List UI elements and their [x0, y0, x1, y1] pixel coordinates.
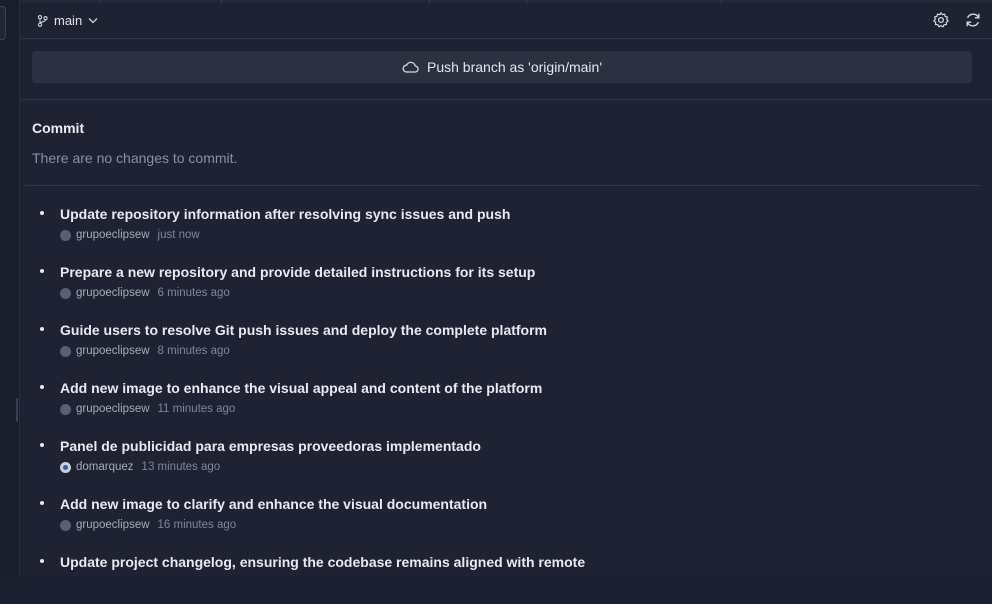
commit-time: 13 minutes ago — [141, 461, 221, 473]
commit-empty-message: There are no changes to commit. — [32, 150, 238, 166]
push-branch-label: Push branch as 'origin/main' — [427, 59, 602, 75]
commit-time: 16 minutes ago — [157, 519, 237, 531]
commit-history-item[interactable]: Update project changelog, ensuring the c… — [21, 546, 992, 604]
commit-time: just now — [157, 229, 200, 241]
gear-icon[interactable] — [932, 11, 950, 29]
avatar — [60, 229, 71, 241]
bullet-dot — [40, 269, 44, 273]
commit-message: Prepare a new repository and provide det… — [60, 264, 536, 280]
avatar — [60, 403, 71, 415]
divider — [25, 185, 980, 186]
commit-history-item[interactable]: Panel de publicidad para empresas provee… — [21, 430, 992, 488]
branch-selector[interactable]: main — [37, 13, 98, 28]
git-branch-icon — [37, 14, 48, 27]
avatar — [60, 519, 71, 531]
branch-name: main — [54, 13, 83, 28]
commit-time: 11 minutes ago — [157, 403, 236, 415]
bullet-dot — [40, 327, 44, 331]
commit-message: Guide users to resolve Git push issues a… — [60, 322, 547, 338]
avatar — [60, 287, 71, 299]
bullet-dot — [40, 501, 44, 505]
commit-message: Add new image to enhance the visual appe… — [60, 380, 543, 396]
commit-time: 8 minutes ago — [157, 345, 230, 357]
panel-header: main — [21, 3, 992, 39]
commit-author: grupoeclipsew — [76, 403, 150, 415]
push-branch-button[interactable]: Push branch as 'origin/main' — [32, 51, 972, 83]
bullet-dot — [40, 385, 44, 389]
commit-time: 6 minutes ago — [157, 287, 230, 299]
commit-history-item[interactable]: Guide users to resolve Git push issues a… — [21, 314, 992, 372]
avatar — [60, 461, 71, 473]
cloud-icon — [402, 61, 419, 73]
commit-history-list: Update repository information after reso… — [21, 198, 992, 604]
commit-section-title: Commit — [32, 120, 85, 136]
commit-message: Panel de publicidad para empresas provee… — [60, 438, 481, 454]
resize-handle[interactable] — [16, 398, 18, 422]
commit-history-item[interactable]: Prepare a new repository and provide det… — [21, 256, 992, 314]
activity-strip — [0, 0, 20, 577]
commit-author: grupoeclipsew — [76, 229, 150, 241]
source-control-panel: main Push branch as 'origin/main' Commit — [21, 0, 992, 577]
commit-author: grupoeclipsew — [76, 519, 150, 531]
avatar — [60, 345, 71, 357]
commit-message: Add new image to clarify and enhance the… — [60, 496, 488, 512]
refresh-icon[interactable] — [964, 11, 982, 29]
bullet-dot — [40, 443, 44, 447]
commit-history-item[interactable]: Add new image to enhance the visual appe… — [21, 372, 992, 430]
bullet-dot — [40, 211, 44, 215]
chevron-down-icon — [88, 18, 98, 24]
commit-history-item[interactable]: Update repository information after reso… — [21, 198, 992, 256]
commit-author: domarquez — [76, 461, 134, 473]
commit-message: Update repository information after reso… — [60, 206, 511, 222]
commit-message: Update project changelog, ensuring the c… — [60, 554, 586, 570]
sidebar-toggle[interactable] — [0, 6, 6, 40]
commit-author: grupoeclipsew — [76, 287, 150, 299]
bullet-dot — [40, 559, 44, 563]
commit-history-item[interactable]: Add new image to clarify and enhance the… — [21, 488, 992, 546]
commit-author: grupoeclipsew — [76, 345, 150, 357]
divider — [21, 99, 992, 100]
